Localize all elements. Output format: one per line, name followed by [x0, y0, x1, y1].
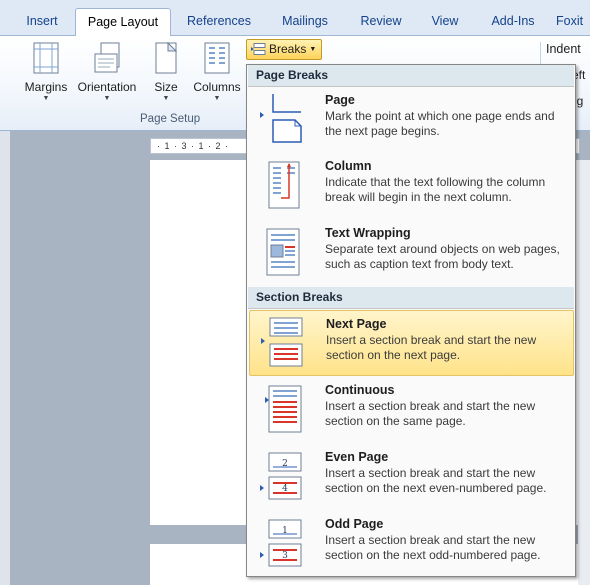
next-page-title: Next Page — [326, 317, 387, 331]
breaks-dropdown-menu: Page Breaks Page Mark the point at which… — [246, 64, 576, 577]
ribbon-tab-bar: Insert Page Layout References Mailings R… — [0, 0, 590, 37]
tab-review[interactable]: Review — [352, 10, 410, 36]
indent-label: Indent — [546, 42, 581, 56]
menu-item-continuous[interactable]: Continuous Insert a section break and st… — [249, 377, 574, 443]
menu-item-next-page[interactable]: Next Page Insert a section break and sta… — [249, 310, 574, 376]
menu-item-text-wrapping[interactable]: Text Wrapping Separate text around objec… — [249, 220, 574, 286]
next-page-icon — [261, 317, 303, 367]
tab-view[interactable]: View — [420, 10, 470, 36]
vertical-scrollbar[interactable] — [578, 160, 590, 585]
column-title: Column — [325, 159, 372, 173]
columns-label: Columns — [193, 80, 241, 94]
breaks-dropdown-icon: ▼ — [309, 46, 317, 54]
even-icon-number-bottom: 4 — [282, 484, 288, 494]
menu-item-page[interactable]: Page Mark the point at which one page en… — [249, 87, 574, 153]
odd-page-desc: Insert a section break and start the new… — [325, 533, 541, 562]
odd-page-icon: 1 3 — [260, 519, 302, 567]
even-page-title: Even Page — [325, 450, 389, 464]
left-gutter — [0, 131, 10, 585]
page-desc: Mark the point at which one page ends an… — [325, 109, 555, 138]
size-dropdown-icon: ▼ — [162, 95, 170, 102]
page-breaks-header: Page Breaks — [248, 65, 574, 87]
breaks-label: Breaks — [269, 42, 307, 56]
even-icon-number-top: 2 — [282, 459, 288, 469]
page-setup-group-label: Page Setup — [140, 113, 201, 125]
menu-item-even-page[interactable]: 2 4 Even Page Insert a section break and… — [249, 444, 574, 510]
tab-insert[interactable]: Insert — [14, 10, 70, 36]
menu-item-odd-page[interactable]: 1 3 Odd Page Insert a section break and … — [249, 511, 574, 577]
odd-icon-number-bottom: 3 — [282, 551, 288, 561]
tab-foxit[interactable]: Foxit — [556, 10, 590, 36]
continuous-desc: Insert a section break and start the new… — [325, 399, 536, 428]
tab-page-layout[interactable]: Page Layout — [75, 8, 171, 37]
text-wrapping-icon — [266, 228, 300, 276]
next-page-desc: Insert a section break and start the new… — [326, 333, 537, 362]
even-page-icon: 2 4 — [260, 452, 302, 500]
margins-label: Margins — [24, 80, 68, 94]
margins-icon — [33, 42, 59, 74]
column-desc: Indicate that the text following the col… — [325, 175, 546, 204]
even-page-desc: Insert a section break and start the new… — [325, 466, 547, 495]
columns-button[interactable]: Columns ▼ — [190, 42, 244, 102]
continuous-title: Continuous — [325, 383, 395, 397]
continuous-icon — [265, 385, 302, 433]
size-label: Size — [154, 80, 178, 94]
odd-icon-number-top: 1 — [282, 526, 288, 536]
column-break-icon — [268, 161, 300, 209]
text-wrapping-desc: Separate text around objects on web page… — [325, 242, 560, 271]
page-title: Page — [325, 93, 355, 107]
size-icon — [155, 42, 178, 74]
orientation-dropdown-icon: ▼ — [103, 95, 111, 102]
tab-add-ins[interactable]: Add-Ins — [482, 10, 544, 36]
odd-page-title: Odd Page — [325, 517, 384, 531]
orientation-button[interactable]: Orientation ▼ — [72, 42, 142, 102]
text-wrapping-title: Text Wrapping — [325, 226, 411, 240]
breaks-button[interactable]: Breaks ▼ — [246, 39, 322, 60]
columns-dropdown-icon: ▼ — [213, 95, 221, 102]
page-break-icon — [260, 94, 302, 143]
section-breaks-header: Section Breaks — [248, 287, 574, 309]
size-button[interactable]: Size ▼ — [150, 42, 182, 102]
margins-button[interactable]: Margins ▼ — [18, 42, 74, 102]
menu-item-column[interactable]: Column Indicate that the text following … — [249, 153, 574, 219]
tab-references[interactable]: References — [176, 10, 262, 36]
orientation-icon — [94, 42, 120, 73]
tab-mailings[interactable]: Mailings — [270, 10, 340, 36]
margins-dropdown-icon: ▼ — [42, 95, 50, 102]
orientation-label: Orientation — [77, 80, 137, 94]
columns-icon — [204, 42, 230, 74]
breaks-icon — [251, 43, 266, 55]
